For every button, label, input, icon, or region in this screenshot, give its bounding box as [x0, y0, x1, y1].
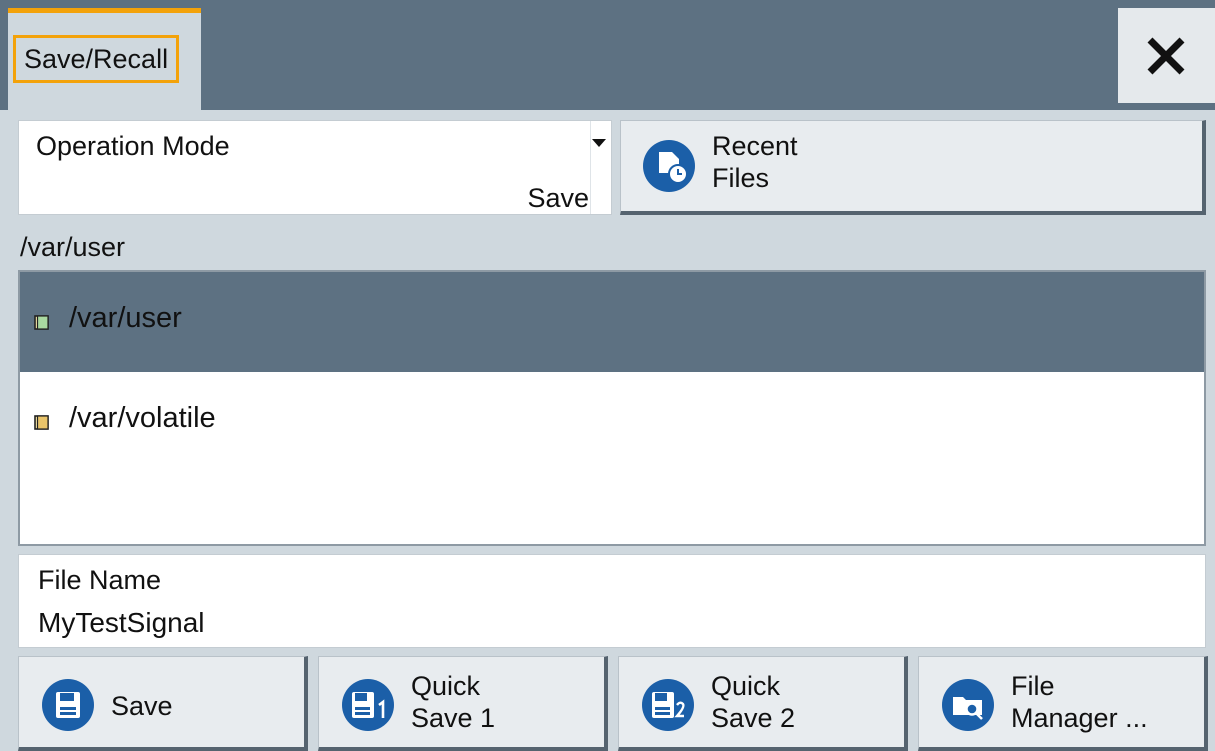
directory-name: /var/user [69, 302, 182, 334]
recent-files-line1: Recent [712, 131, 798, 161]
quick-save-1-button[interactable]: Quick Save 1 [318, 656, 608, 751]
quick-save-1-line1: Quick [411, 671, 481, 701]
file-manager-line1: File [1011, 671, 1055, 701]
file-name-label: File Name [38, 565, 162, 595]
recent-files-button[interactable]: Recent Files [620, 120, 1206, 215]
dropdown-divider [590, 121, 591, 214]
quick-save-2-label: Quick Save 2 [711, 670, 795, 734]
close-icon [1147, 37, 1185, 75]
save-icon [42, 679, 94, 731]
quick-save-2-button[interactable]: Quick Save 2 [618, 656, 908, 751]
recent-files-label: Recent Files [712, 130, 798, 194]
chevron-down-icon [592, 139, 606, 147]
operation-mode-value: Save [527, 183, 589, 213]
folder-icon [34, 315, 49, 330]
save-label: Save [111, 691, 173, 721]
folder-icon [34, 415, 49, 430]
tab-label: Save/Recall [13, 35, 180, 83]
close-button[interactable] [1118, 8, 1215, 103]
save-button[interactable]: Save [18, 656, 308, 751]
file-manager-button[interactable]: File Manager ... [918, 656, 1208, 751]
file-manager-line2: Manager ... [1011, 703, 1148, 733]
file-name-field[interactable]: File Name MyTestSignal [18, 554, 1206, 648]
directory-name: /var/volatile [69, 402, 216, 434]
recent-files-icon [643, 140, 695, 192]
quick-save-2-line1: Quick [711, 671, 781, 701]
operation-mode-label: Operation Mode [36, 131, 230, 161]
file-name-value: MyTestSignal [38, 607, 205, 638]
recent-files-line2: Files [712, 163, 770, 193]
list-item[interactable]: /var/user [20, 272, 1204, 372]
quick-save-2-icon [642, 679, 694, 731]
title-bar: Save/Recall [0, 0, 1215, 110]
save-recall-dialog: Save/Recall Operation Mode Save Recent F… [0, 0, 1215, 751]
quick-save-1-icon [342, 679, 394, 731]
quick-save-1-label: Quick Save 1 [411, 670, 495, 734]
file-manager-icon [942, 679, 994, 731]
quick-save-1-line2: Save 1 [411, 703, 496, 733]
tab-save-recall[interactable]: Save/Recall [8, 8, 201, 110]
quick-save-2-line2: Save 2 [711, 703, 796, 733]
list-item[interactable]: /var/volatile [20, 372, 1204, 472]
directory-list[interactable]: /var/user /var/volatile [18, 270, 1206, 546]
operation-mode-select[interactable]: Operation Mode Save [18, 120, 612, 215]
current-path: /var/user [20, 232, 126, 262]
file-manager-label: File Manager ... [1011, 670, 1148, 734]
